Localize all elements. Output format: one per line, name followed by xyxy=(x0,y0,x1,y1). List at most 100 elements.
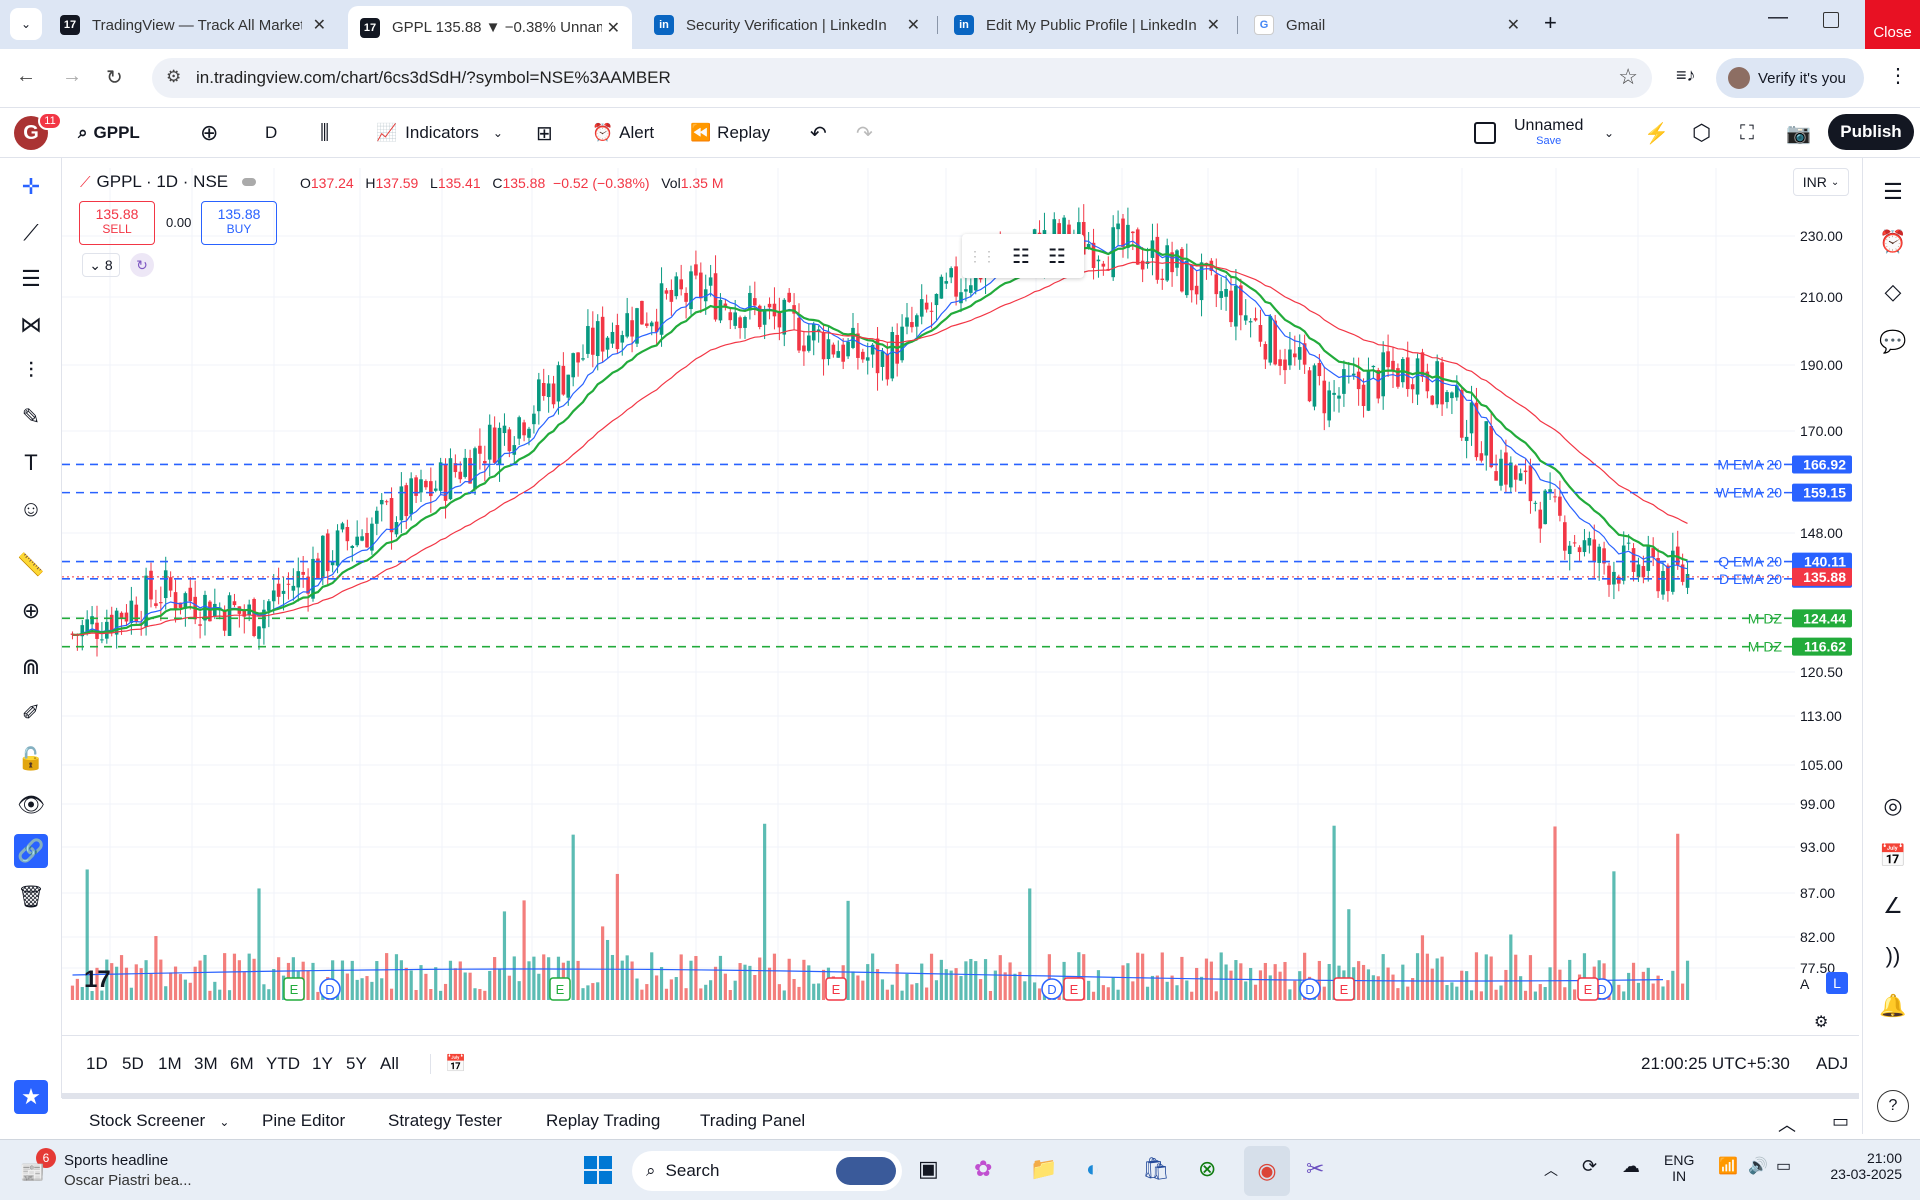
refresh-icon[interactable]: ↻ xyxy=(130,253,154,277)
store-icon[interactable]: 🛍 xyxy=(1142,1156,1170,1182)
browser-tab[interactable]: 17 TradingView — Track All Markets ✕ xyxy=(48,6,338,44)
forecast-icon[interactable]: ⫶ xyxy=(14,354,48,388)
candle-style-icon[interactable]: ⫼ xyxy=(320,108,329,158)
task-view-icon[interactable]: ▣ xyxy=(918,1156,939,1182)
sell-button[interactable]: 135.88 SELL xyxy=(79,201,155,245)
redo-icon[interactable]: ↷ xyxy=(856,108,873,158)
publish-button[interactable]: Publish xyxy=(1828,114,1914,150)
zoom-in-icon[interactable]: ⊕ xyxy=(14,594,48,628)
ruler-icon[interactable]: 📏 xyxy=(14,548,48,582)
battery-icon[interactable]: ▭ xyxy=(1776,1156,1791,1176)
windows-start-icon[interactable] xyxy=(584,1156,612,1184)
help-icon[interactable]: ? xyxy=(1877,1090,1909,1122)
log-scale-l-button[interactable]: L xyxy=(1826,972,1848,994)
trash-icon[interactable]: 🗑 xyxy=(14,880,48,914)
wifi-icon[interactable]: 📶 xyxy=(1718,1156,1738,1176)
currency-selector[interactable]: INR ⌄ xyxy=(1793,168,1849,196)
undo-icon[interactable]: ↶ xyxy=(810,108,827,158)
news-widget[interactable]: 6 📰 Sports headline Oscar Piastri bea... xyxy=(20,1148,220,1192)
tab-pine-editor[interactable]: Pine Editor xyxy=(262,1111,345,1131)
media-controls-icon[interactable]: ≡♪ xyxy=(1676,65,1696,86)
lock-icon[interactable]: 🔓 xyxy=(14,742,48,776)
symbol-search[interactable]: ⌕ GPPL xyxy=(78,108,140,158)
back-icon[interactable]: ← xyxy=(16,65,36,88)
indicators-button[interactable]: 📈 Indicators ⌄ xyxy=(376,108,503,158)
fullscreen-icon[interactable]: ⛶ xyxy=(1740,108,1754,158)
bookmark-star-icon[interactable]: ☆ xyxy=(1618,64,1638,90)
sync-icon[interactable]: ⟳ xyxy=(1582,1156,1597,1177)
range-3m[interactable]: 3M xyxy=(194,1054,218,1074)
browser-tab[interactable]: in Edit My Public Profile | LinkedIn ✕ xyxy=(942,6,1232,44)
layout-checkbox-icon[interactable] xyxy=(1474,108,1496,158)
layers-icon[interactable]: ◇ xyxy=(1877,276,1909,308)
chat-icon[interactable]: 💬 xyxy=(1877,326,1909,358)
browser-tab[interactable]: in Security Verification | LinkedIn ✕ xyxy=(642,6,932,44)
log-scale-a-button[interactable]: A xyxy=(1800,976,1809,992)
range-5d[interactable]: 5D xyxy=(122,1054,144,1074)
settings-gear-icon[interactable]: ⬡ xyxy=(1692,108,1711,158)
buy-button[interactable]: 135.88 BUY xyxy=(201,201,277,245)
clock[interactable]: 21:00 23-03-2025 xyxy=(1820,1150,1902,1182)
copilot-icon[interactable]: ✿ xyxy=(974,1156,992,1182)
verify-profile-button[interactable]: Verify it's you xyxy=(1716,58,1864,98)
layout-name[interactable]: Unnamed Save xyxy=(1514,117,1583,147)
language-indicator[interactable]: ENG IN xyxy=(1664,1152,1694,1184)
interval-button[interactable]: D xyxy=(265,108,277,158)
target-icon[interactable]: ◎ xyxy=(1877,790,1909,822)
goto-date-calendar-icon[interactable]: 📅 xyxy=(430,1054,466,1074)
new-tab-icon[interactable]: + xyxy=(1544,10,1557,36)
site-info-icon[interactable]: ⚙ xyxy=(166,67,181,87)
edge-icon[interactable]: ◐ xyxy=(1086,1156,1099,1182)
trend-line-icon[interactable]: ⟋ xyxy=(14,216,48,250)
compare-plus-icon[interactable]: ⊕ xyxy=(200,108,218,158)
tab-list-chevron-icon[interactable]: ⌄ xyxy=(10,8,42,40)
replay-button[interactable]: ⏪ Replay xyxy=(690,108,770,158)
fib-lines-icon[interactable]: ☰ xyxy=(14,262,48,296)
close-window-button[interactable]: Close xyxy=(1865,0,1920,49)
range-5y[interactable]: 5Y xyxy=(346,1054,367,1074)
more-menu-icon[interactable]: ⋮ xyxy=(1888,63,1908,88)
broadcast-icon[interactable]: )) xyxy=(1877,940,1909,972)
alerts-clock-icon[interactable]: ⏰ xyxy=(1877,226,1909,258)
expand-panel-chevron-icon[interactable]: ︿ xyxy=(1778,1111,1796,1137)
range-1d[interactable]: 1D xyxy=(86,1054,108,1074)
maximize-panel-icon[interactable]: ▭ xyxy=(1832,1111,1849,1132)
taskbar-search[interactable]: ⌕ Search xyxy=(632,1151,902,1191)
browser-tab[interactable]: G Gmail ✕ xyxy=(1242,6,1532,44)
scale-settings-icon[interactable]: ⚙ xyxy=(1814,1012,1828,1032)
layouts-grid-icon[interactable]: ⊞ xyxy=(536,108,553,158)
chevron-down-icon[interactable]: ⌄ xyxy=(493,126,503,140)
crosshair-icon[interactable]: ✛ xyxy=(14,170,48,204)
range-1y[interactable]: 1Y xyxy=(312,1054,333,1074)
pen-chart-icon[interactable]: ∠ xyxy=(1877,890,1909,922)
magnet-icon[interactable]: ⋒ xyxy=(14,650,48,684)
xbox-icon[interactable]: ⊗ xyxy=(1198,1156,1216,1182)
restore-icon[interactable] xyxy=(1823,12,1839,28)
favorites-star-icon[interactable]: ★ xyxy=(14,1080,48,1114)
range-1m[interactable]: 1M xyxy=(158,1054,182,1074)
link-icon[interactable]: 🔗 xyxy=(14,834,48,868)
clock-time[interactable]: 21:00:25 UTC+5:30 xyxy=(1641,1054,1790,1074)
file-explorer-icon[interactable]: 📁 xyxy=(1030,1156,1057,1182)
range-6m[interactable]: 6M xyxy=(230,1054,254,1074)
watchlist-icon[interactable]: ☰ xyxy=(1877,176,1909,208)
snipping-tool-icon[interactable]: ✂ xyxy=(1306,1156,1324,1182)
close-tab-icon[interactable]: ✕ xyxy=(1207,15,1220,35)
close-tab-icon[interactable]: ✕ xyxy=(907,15,920,35)
tab-replay-trading[interactable]: Replay Trading xyxy=(546,1111,660,1131)
legend-title[interactable]: GPPL · 1D · NSE xyxy=(97,172,229,192)
range-ytd[interactable]: YTD xyxy=(266,1054,300,1074)
brush-icon[interactable]: ✎ xyxy=(14,400,48,434)
url-text[interactable]: in.tradingview.com/chart/6cs3dSdH/?symbo… xyxy=(196,68,671,88)
notifications-bell-icon[interactable]: 🔔 xyxy=(1877,990,1909,1022)
browser-tab-active[interactable]: 17 GPPL 135.88 ▼ −0.38% Unnamed ✕ xyxy=(348,6,632,49)
price-chart[interactable]: 230.00210.00190.00170.00148.00128.00120.… xyxy=(62,158,1859,1008)
volume-icon[interactable]: 🔊 xyxy=(1748,1156,1768,1176)
url-bar[interactable]: ⚙ in.tradingview.com/chart/6cs3dSdH/?sym… xyxy=(152,58,1652,98)
chevron-down-icon[interactable]: ⌄ xyxy=(219,1115,229,1129)
close-tab-icon[interactable]: ✕ xyxy=(607,18,620,38)
alert-button[interactable]: ⏰ Alert xyxy=(592,108,654,158)
emoji-icon[interactable]: ☺ xyxy=(14,492,48,526)
reload-icon[interactable]: ↻ xyxy=(106,65,123,90)
chrome-icon[interactable]: ◉ xyxy=(1244,1146,1290,1196)
